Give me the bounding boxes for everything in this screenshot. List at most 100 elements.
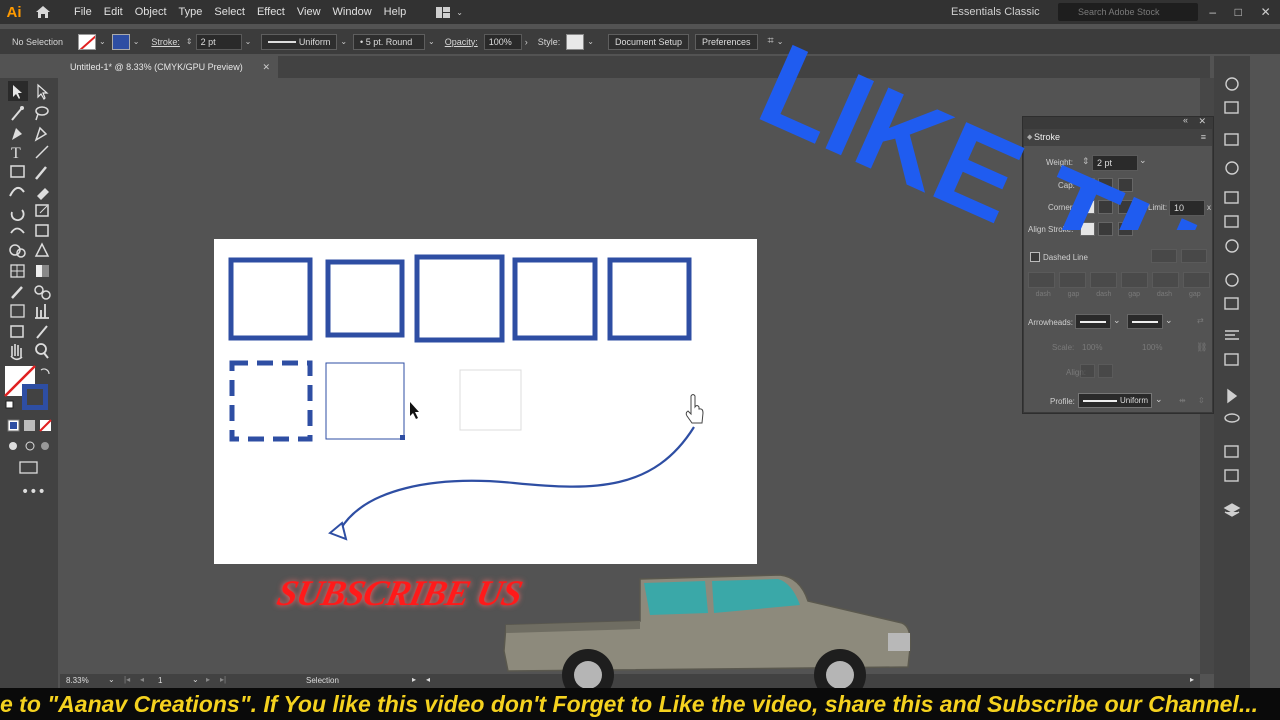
arrowhead-icon — [328, 521, 348, 541]
fill-swatch[interactable] — [78, 33, 96, 50]
stepper-icon[interactable]: ⇕ — [186, 37, 193, 46]
document-setup-control[interactable]: Document Setup — [607, 29, 690, 54]
square-bevel-join[interactable] — [414, 254, 505, 343]
scale-label: Scale: — [1052, 343, 1075, 352]
dash-field[interactable] — [1090, 272, 1117, 288]
square-round-join[interactable] — [325, 259, 405, 338]
dash-label: dash — [1156, 291, 1173, 298]
flip-across-icon[interactable]: ⇳ — [1198, 396, 1205, 405]
prev-artboard-icon[interactable]: ◂ — [140, 675, 144, 684]
menu-view[interactable]: View — [291, 0, 327, 24]
opacity-control[interactable]: 100% › — [483, 29, 528, 54]
chevron-down-icon: ⌄ — [132, 37, 140, 46]
scale-start-field[interactable]: 100% — [1082, 343, 1102, 352]
selection-tool-icon[interactable] — [8, 81, 26, 99]
style-label: Style: — [537, 36, 561, 47]
gap-label: gap — [1128, 291, 1140, 298]
menu-window[interactable]: Window — [327, 0, 378, 24]
arrow-align-end-button[interactable] — [1098, 364, 1113, 378]
start-arrowhead-select[interactable] — [1075, 314, 1111, 329]
brush-definition[interactable]: • 5 pt. Round ⌄ — [353, 29, 435, 54]
menu-help[interactable]: Help — [378, 0, 413, 24]
menu-object[interactable]: Object — [129, 0, 173, 24]
square-thin[interactable] — [325, 362, 405, 440]
zoom-level[interactable]: 8.33% — [66, 676, 89, 685]
brush-select[interactable]: • 5 pt. Round — [353, 33, 426, 50]
gap-field[interactable] — [1059, 272, 1086, 288]
chevron-down-icon[interactable]: ⌄ — [1113, 315, 1121, 326]
type-tool-icon[interactable] — [8, 144, 26, 162]
document-setup-button[interactable]: Document Setup — [607, 33, 690, 50]
variable-width-profile[interactable]: Uniform ⌄ — [261, 29, 347, 54]
chevron-down-icon: ⌄ — [340, 37, 348, 46]
curved-arrow-path[interactable] — [339, 426, 695, 531]
last-artboard-icon[interactable]: ▸| — [220, 675, 226, 684]
direct-selection-tool-icon[interactable] — [33, 81, 51, 99]
current-tool: Selection — [306, 676, 339, 685]
status-menu-icon[interactable]: ▸ — [412, 675, 416, 684]
document-tab[interactable]: Untitled-1* @ 8.33% (CMYK/GPU Preview) ✕ — [60, 56, 278, 78]
gap-field[interactable] — [1183, 272, 1210, 288]
stroke-weight-control[interactable]: ⇕ 2 pt ⌄ — [186, 29, 251, 54]
zoom-tool-icon[interactable] — [33, 341, 51, 359]
square-dashed[interactable] — [229, 360, 313, 442]
square-align-inside[interactable] — [607, 257, 692, 341]
chevron-down-icon: ⌄ — [99, 37, 106, 46]
stroke-color-control[interactable]: ⌄ — [111, 29, 140, 54]
chevron-down-icon[interactable]: ⌄ — [108, 675, 115, 684]
profile-select[interactable]: Uniform — [261, 33, 338, 50]
link-icon[interactable]: ⛓ — [1196, 342, 1207, 353]
arrange-documents-button[interactable]: ⌄ — [436, 3, 466, 21]
swap-arrowheads-icon[interactable]: ⇄ — [1197, 316, 1204, 325]
fill-control[interactable]: ⌄ — [78, 29, 106, 54]
like-text: LIKE TH — [742, 19, 1215, 230]
dash-align-button[interactable] — [1181, 249, 1207, 263]
end-arrowhead-select[interactable] — [1127, 314, 1163, 329]
style-control[interactable]: ⌄ — [566, 29, 594, 54]
profile-select[interactable]: Uniform — [1078, 393, 1152, 408]
menu-file[interactable]: File — [68, 0, 98, 24]
close-tab-icon[interactable]: ✕ — [262, 56, 270, 78]
stroke-label[interactable]: Stroke: — [151, 29, 180, 54]
anchor-handle[interactable] — [400, 435, 405, 440]
chevron-down-icon[interactable]: ⌄ — [1165, 315, 1173, 326]
hand-pointer-icon — [685, 394, 704, 424]
rectangle-tool-icon[interactable] — [8, 166, 26, 184]
scroll-right-icon[interactable]: ▸ — [1190, 675, 1194, 684]
profile-value: Uniform — [1120, 396, 1149, 405]
stroke-weight-field[interactable]: 2 pt — [195, 33, 242, 50]
menu-select[interactable]: Select — [208, 0, 251, 24]
dash-label: dash — [1096, 291, 1112, 298]
scale-end-field[interactable]: 100% — [1142, 343, 1162, 352]
chevron-down-icon[interactable]: ⌄ — [1155, 394, 1163, 405]
next-artboard-icon[interactable]: ▸ — [206, 675, 210, 684]
gap-field[interactable] — [1121, 272, 1148, 288]
chevron-down-icon[interactable]: ⌄ — [192, 675, 199, 684]
profile-line-icon — [1083, 399, 1117, 402]
menu-edit[interactable]: Edit — [98, 0, 129, 24]
chevron-right-icon[interactable]: › — [525, 37, 528, 47]
menu-effect[interactable]: Effect — [251, 0, 291, 24]
menu-type[interactable]: Type — [173, 0, 209, 24]
artboard-number[interactable]: 1 — [158, 676, 162, 685]
hand-tool-icon[interactable] — [8, 341, 26, 359]
dash-field[interactable] — [1152, 272, 1179, 288]
dashed-line-checkbox[interactable] — [1030, 252, 1040, 262]
square-light[interactable] — [459, 369, 522, 431]
home-icon[interactable] — [28, 0, 58, 24]
flip-along-icon[interactable]: ⇹ — [1179, 396, 1186, 405]
dash-fields — [1028, 272, 1210, 288]
scroll-left-icon[interactable]: ◂ — [426, 675, 430, 684]
square-butt-cap[interactable] — [228, 257, 313, 341]
arrow-align-tip-button[interactable] — [1080, 364, 1095, 378]
line-icon — [1080, 321, 1106, 323]
opacity-field[interactable]: 100% — [483, 33, 522, 50]
first-artboard-icon[interactable]: |◂ — [124, 675, 130, 684]
stroke-swatch[interactable] — [111, 33, 130, 50]
dash-preserve-button[interactable] — [1151, 249, 1177, 263]
square-align-outside[interactable] — [512, 257, 598, 341]
dash-field[interactable] — [1028, 272, 1055, 288]
style-swatch[interactable] — [566, 33, 585, 50]
opacity-label[interactable]: Opacity: — [445, 29, 478, 54]
profile-label: Uniform — [298, 36, 331, 47]
